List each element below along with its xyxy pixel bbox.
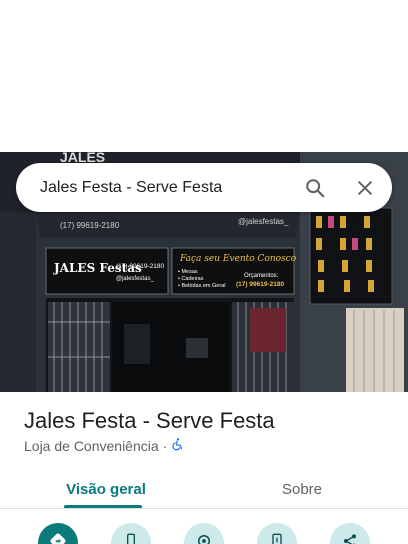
sign-instagram: @jalesfestas_ (116, 276, 154, 282)
share-button[interactable] (330, 523, 370, 544)
wheelchair-accessible-icon (171, 437, 185, 454)
save-to-phone-icon (269, 533, 285, 544)
sign-item-2: • Cadeiras (178, 276, 204, 282)
share-icon (342, 533, 358, 544)
place-category: Loja de Conveniência (24, 437, 159, 454)
sign-headline: Faça seu Evento Conosco (179, 254, 297, 264)
phone-icon (123, 533, 139, 544)
awning-phone: (17) 99619-2180 (60, 221, 120, 230)
tabs-divider (0, 508, 408, 509)
sign-orcamentos: Orçamentos: (244, 273, 279, 279)
sign-phone: (17) 99619-2180 (116, 263, 164, 270)
sign-item-3: • Bebidas em Geral (178, 283, 225, 289)
place-tabs: Visão geral Sobre (0, 470, 408, 508)
directions-button[interactable] (38, 523, 78, 544)
separator-dot: · (162, 437, 168, 454)
place-title: Jales Festa - Serve Festa (24, 408, 275, 433)
search-input[interactable]: Jales Festa - Serve Festa (40, 179, 297, 197)
location-button[interactable] (184, 523, 224, 544)
search-bar[interactable]: Jales Festa - Serve Festa (16, 163, 392, 212)
sign-phone-2: (17) 99619-2180 (236, 281, 284, 288)
tab-sobre[interactable]: Sobre (232, 470, 372, 508)
call-button[interactable] (111, 523, 151, 544)
place-subtitle: Loja de Conveniência · (24, 437, 185, 454)
directions-icon (49, 532, 67, 544)
location-icon (195, 532, 213, 544)
awning-instagram: @jalesfestas_ (238, 217, 289, 226)
sign-item-1: • Mesas (178, 269, 198, 275)
map-top-area (0, 0, 408, 152)
tab-visao-geral[interactable]: Visão geral (36, 470, 176, 508)
search-icon[interactable] (297, 170, 333, 206)
close-icon[interactable] (347, 170, 383, 206)
send-to-phone-button[interactable] (257, 523, 297, 544)
